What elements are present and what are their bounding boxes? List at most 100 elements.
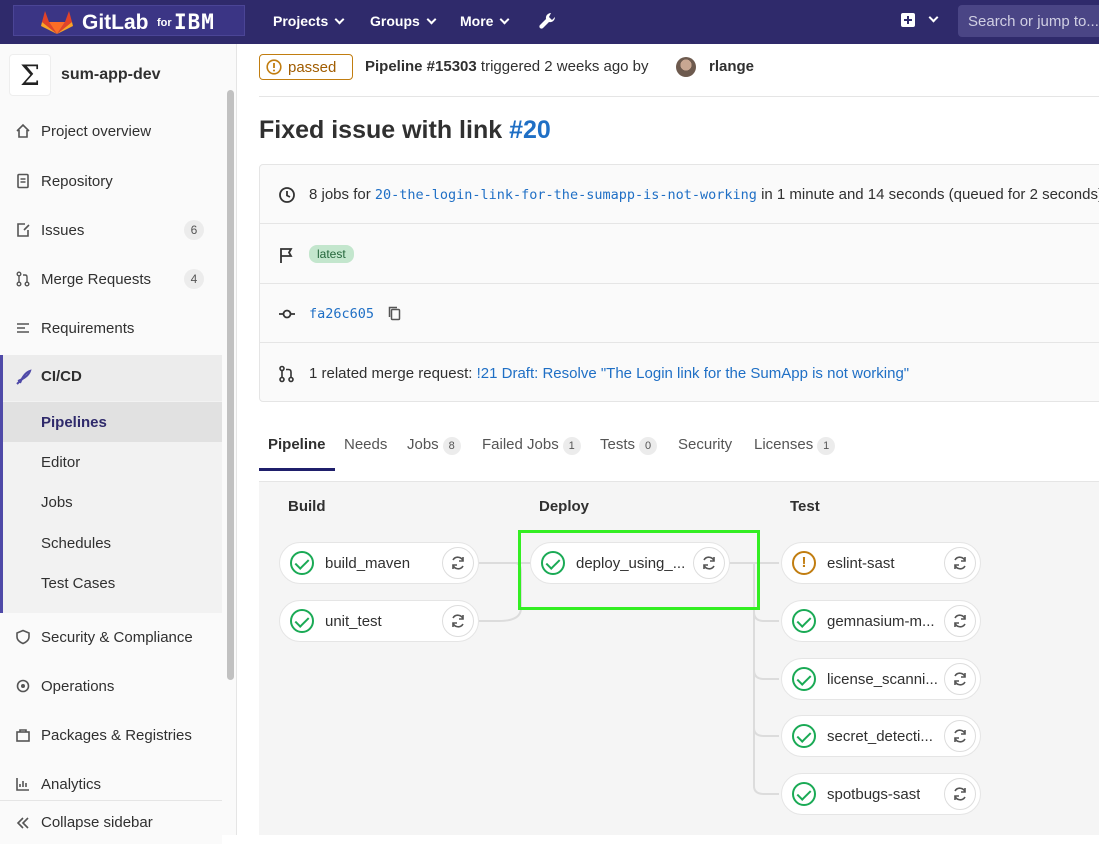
job-secret-detection[interactable]: secret_detecti... [781, 715, 981, 757]
commit-sha-text: fa26c605 [309, 305, 402, 322]
stage-title-deploy: Deploy [539, 498, 590, 515]
tags-text: latest [309, 245, 354, 263]
merge-request-link[interactable]: !21 Draft: Resolve "The Login link for t… [477, 365, 910, 382]
sidebar-subitem-editor[interactable]: Editor [41, 454, 80, 471]
sidebar-item-repository[interactable]: Repository [0, 159, 222, 203]
job-eslint-sast[interactable]: ! eslint-sast [781, 542, 981, 584]
sidebar-item-issues[interactable]: Issues 6 [0, 208, 222, 252]
sidebar-item-label: Issues [41, 221, 85, 239]
chevron-down-icon [334, 14, 345, 25]
sidebar-subitem-schedules[interactable]: Schedules [41, 535, 111, 552]
copy-icon[interactable] [388, 306, 402, 322]
sidebar-item-operations[interactable]: Operations [0, 664, 222, 708]
jobs-prefix: 8 jobs for [309, 186, 371, 203]
merge-request-icon [279, 365, 294, 383]
chevron-down-icon[interactable] [928, 12, 939, 23]
job-unit-test[interactable]: unit_test [279, 600, 479, 642]
tab-label: Failed Jobs [482, 436, 559, 453]
retry-icon[interactable] [442, 547, 474, 579]
sidebar-item-merge-requests[interactable]: Merge Requests 4 [0, 257, 222, 301]
sidebar-scrollbar[interactable] [227, 90, 234, 680]
sidebar-subitem-test-cases[interactable]: Test Cases [41, 575, 115, 592]
sidebar-subitem-jobs[interactable]: Jobs [41, 494, 73, 511]
tab-security[interactable]: Security [678, 436, 732, 453]
job-name: gemnasium-m... [827, 613, 935, 630]
pipeline-status-badge[interactable]: passed [259, 54, 353, 80]
tab-count-badge: 1 [817, 437, 836, 455]
collapse-sidebar-button[interactable]: Collapse sidebar [0, 800, 222, 844]
sidebar-item-security-compliance[interactable]: Security & Compliance [0, 615, 222, 659]
wrench-icon[interactable] [538, 11, 556, 31]
commit-icon [279, 309, 295, 319]
sidebar-item-label: CI/CD [41, 368, 82, 385]
status-text: passed [288, 58, 337, 76]
logo-for-text: for [157, 17, 172, 29]
job-name: unit_test [325, 613, 382, 630]
tab-label: Tests [600, 436, 636, 453]
sidebar-subitem-pipelines[interactable]: Pipelines [41, 414, 107, 431]
tab-label: Licenses [754, 436, 814, 453]
double-chevron-left-icon [14, 814, 32, 832]
merge-requests-count-badge: 4 [184, 269, 204, 289]
tab-pipeline[interactable]: Pipeline [268, 436, 326, 453]
job-spotbugs-sast[interactable]: spotbugs-sast [781, 773, 981, 815]
retry-icon[interactable] [944, 778, 976, 810]
retry-icon[interactable] [442, 605, 474, 637]
branch-link[interactable]: 20-the-login-link-for-the-sumapp-is-not-… [375, 187, 757, 203]
success-status-icon [792, 609, 816, 633]
tab-needs[interactable]: Needs [344, 436, 387, 453]
job-name: eslint-sast [827, 555, 895, 572]
retry-icon[interactable] [944, 720, 976, 752]
sidebar-item-requirements[interactable]: Requirements [0, 306, 222, 350]
pipeline-header-text: Pipeline #15303 triggered 2 weeks ago by [365, 58, 649, 75]
search-input[interactable]: Search or jump to... [958, 5, 1099, 37]
job-name: build_maven [325, 555, 411, 572]
nav-more-dropdown[interactable]: More [460, 13, 510, 29]
doc-icon [14, 172, 32, 190]
logo-ibm-text: IBM [174, 10, 215, 34]
user-name-link[interactable]: rlange [709, 58, 754, 75]
active-tab-indicator [259, 468, 335, 471]
gitlab-logo[interactable]: GitLab for IBM [13, 5, 245, 36]
sidebar-item-cicd[interactable]: CI/CD [0, 355, 222, 401]
divider [259, 96, 1099, 97]
sidebar-item-label: Project overview [41, 122, 152, 140]
success-status-icon [792, 724, 816, 748]
tab-licenses[interactable]: Licenses 1 [754, 436, 836, 455]
commit-title-text: Fixed issue with link [259, 116, 503, 144]
sidebar-item-label: Repository [41, 172, 113, 190]
sidebar-item-label: Operations [41, 677, 115, 695]
success-status-icon [290, 609, 314, 633]
pipeline-info-box: 8 jobs for 20-the-login-link-for-the-sum… [259, 164, 1099, 402]
sidebar-item-project-overview[interactable]: Project overview [0, 109, 222, 153]
nav-more-label: More [460, 13, 494, 29]
sidebar-subitem-active-bg [3, 402, 222, 442]
merge-request-row: 1 related merge request: !21 Draft: Reso… [260, 344, 1099, 403]
tab-count-badge: 1 [562, 437, 581, 455]
sidebar-item-label: Analytics [41, 775, 102, 793]
user-avatar[interactable] [676, 57, 696, 77]
job-gemnasium[interactable]: gemnasium-m... [781, 600, 981, 642]
collapse-sidebar-label: Collapse sidebar [41, 814, 153, 831]
project-name[interactable]: sum-app-dev [61, 66, 161, 84]
job-name: license_scanni... [827, 671, 938, 688]
nav-groups-dropdown[interactable]: Groups [370, 13, 437, 29]
sidebar-item-packages-registries[interactable]: Packages & Registries [0, 713, 222, 757]
retry-icon[interactable] [944, 663, 976, 695]
job-license-scanning[interactable]: license_scanni... [781, 658, 981, 700]
sidebar-item-label: Packages & Registries [41, 726, 192, 744]
retry-icon[interactable] [944, 605, 976, 637]
tab-jobs[interactable]: Jobs 8 [407, 436, 461, 455]
tab-label: Needs [344, 436, 388, 453]
new-item-plus-icon[interactable] [901, 13, 915, 27]
retry-icon[interactable] [944, 547, 976, 579]
project-avatar[interactable]: Σ [9, 54, 51, 96]
commit-sha-link[interactable]: fa26c605 [309, 306, 374, 322]
tab-tests[interactable]: Tests 0 [600, 436, 658, 455]
issue-ref-link[interactable]: #20 [509, 116, 551, 144]
job-build-maven[interactable]: build_maven [279, 542, 479, 584]
commit-title: Fixed issue with link #20 [259, 116, 551, 145]
package-icon [14, 726, 32, 744]
nav-projects-dropdown[interactable]: Projects [273, 13, 345, 29]
tab-failed-jobs[interactable]: Failed Jobs 1 [482, 436, 581, 455]
